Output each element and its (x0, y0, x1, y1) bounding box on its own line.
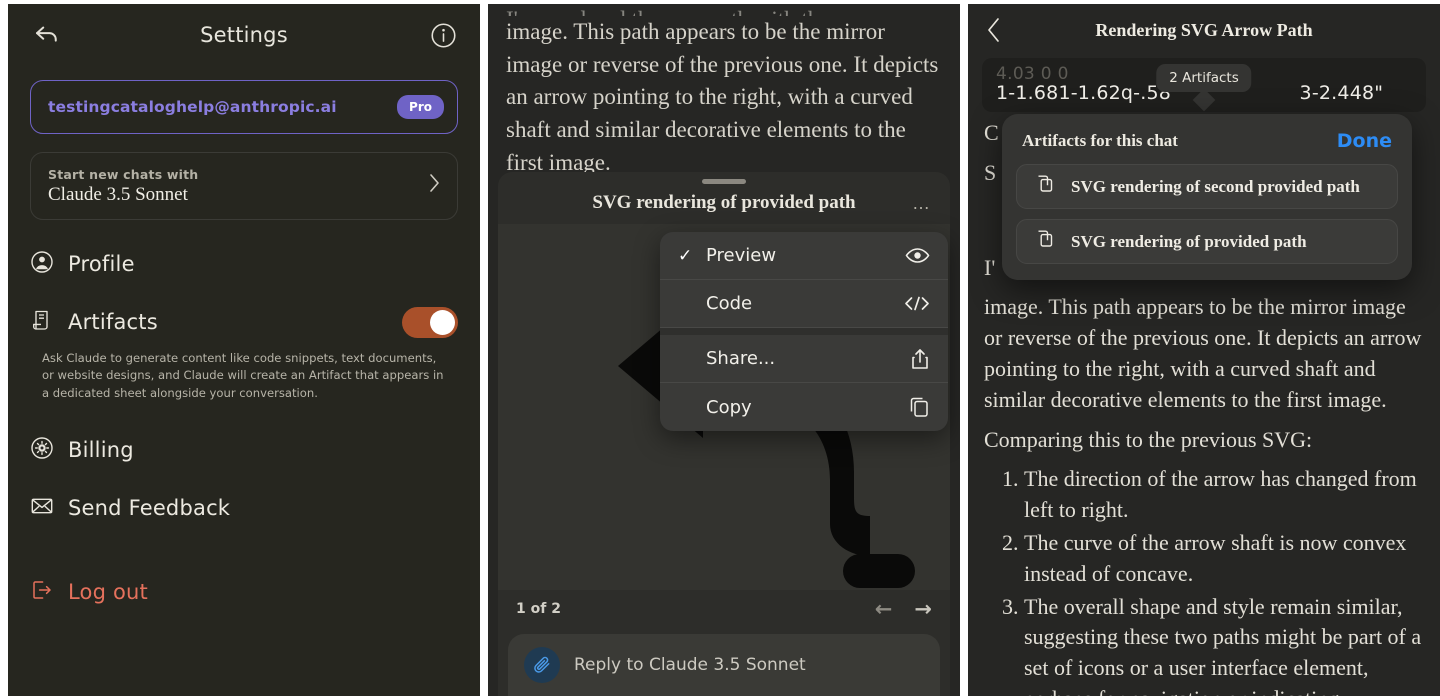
conversation-header: Rendering SVG Arrow Path (968, 4, 1440, 56)
back-arrow-icon[interactable] (30, 18, 64, 52)
list-item: The overall shape and style remain simil… (1024, 592, 1424, 696)
copy-pages-icon (909, 396, 930, 418)
context-menu-label: Copy (706, 396, 752, 418)
chevron-left-icon[interactable] (986, 16, 1012, 44)
plan-badge: Pro (397, 95, 444, 119)
context-menu-item-share[interactable]: Share... (660, 335, 948, 383)
screenshot-stage: Settings testingcataloghelp@anthropic.ai… (0, 0, 1440, 700)
conversation-title: Rendering SVG Arrow Path (1095, 19, 1313, 40)
sidebar-item-label: Billing (68, 438, 134, 463)
sidebar-item-profile[interactable]: Profile (8, 242, 480, 286)
account-email-card[interactable]: testingcataloghelp@anthropic.ai Pro (30, 80, 458, 134)
code-line-left: 1-1.681-1.62q-.58 (996, 82, 1172, 104)
sidebar-item-billing[interactable]: Billing (8, 428, 480, 472)
artifact-stack-icon (1033, 227, 1057, 256)
artifact-list-item-label: SVG rendering of provided path (1071, 231, 1307, 251)
artifacts-description: Ask Claude to generate content like code… (42, 351, 444, 400)
context-menu-label: Share... (706, 348, 776, 369)
default-model-card[interactable]: Start new chats with Claude 3.5 Sonnet (30, 152, 458, 220)
menu-separator (660, 328, 948, 335)
envelope-icon (30, 495, 54, 522)
pager-label: 1 of 2 (516, 601, 561, 617)
sidebar-item-label: Send Feedback (68, 496, 231, 521)
composer-bar[interactable]: Reply to Claude 3.5 Sonnet (508, 634, 940, 696)
artifacts-popup-title: Artifacts for this chat (1022, 131, 1178, 150)
artifact-list-item[interactable]: SVG rendering of provided path (1016, 219, 1398, 264)
artifacts-count-tooltip[interactable]: 2 Artifacts (1156, 64, 1252, 92)
artifact-stack-icon (1033, 172, 1057, 201)
settings-menu-list: Profile Artifacts Ask Claude to generate… (8, 242, 480, 614)
sidebar-item-send-feedback[interactable]: Send Feedback (8, 486, 480, 530)
scroll-document-icon (30, 308, 54, 337)
model-card-caption: Start new chats with (48, 166, 199, 182)
chat-artifact-panel: I've rendered the new path with the arro… (488, 4, 960, 696)
clipped-line: I've rendered the new path with the arro… (506, 4, 942, 16)
account-email: testingcataloghelp@anthropic.ai (48, 98, 337, 116)
logout-button[interactable]: Log out (8, 570, 480, 614)
arrow-left-icon[interactable]: ← (875, 597, 893, 621)
comparison-list: The direction of the arrow has changed f… (1024, 464, 1424, 696)
artifact-title: SVG rendering of provided path (592, 192, 856, 213)
context-menu-label: Preview (706, 245, 777, 266)
artifacts-list-panel: Rendering SVG Arrow Path 4.03 0 0 1-1.68… (968, 4, 1440, 696)
reply-input-placeholder[interactable]: Reply to Claude 3.5 Sonnet (574, 655, 806, 675)
arrow-right-icon[interactable]: → (914, 597, 932, 621)
message-compare-line: Comparing this to the previous SVG: (984, 426, 1313, 452)
artifact-list-item[interactable]: SVG rendering of second provided path (1016, 164, 1398, 209)
eye-icon (905, 247, 930, 264)
done-button[interactable]: Done (1337, 130, 1392, 152)
message-paragraph: image. This path appears to be the mirro… (984, 294, 1422, 412)
artifact-list-item-label: SVG rendering of second provided path (1071, 176, 1360, 196)
artifacts-popup-header: Artifacts for this chat Done (1022, 130, 1392, 152)
ellipsis-icon[interactable]: … (912, 193, 932, 214)
sidebar-item-label: Artifacts (68, 310, 158, 334)
gear-circle-icon (30, 436, 54, 465)
share-up-icon (910, 348, 930, 370)
checkmark-icon: ✓ (678, 245, 693, 266)
context-menu-item-preview[interactable]: ✓ Preview (660, 232, 948, 280)
artifact-pager: 1 of 2 ← → (498, 590, 950, 628)
settings-header: Settings (8, 4, 480, 66)
settings-panel: Settings testingcataloghelp@anthropic.ai… (8, 4, 480, 696)
message-paragraph: image. This path appears to be the mirro… (506, 19, 939, 175)
pager-nav: ← → (875, 597, 932, 621)
toggle-knob (430, 309, 455, 335)
sidebar-item-artifacts[interactable]: Artifacts (8, 300, 480, 344)
logout-icon (30, 578, 54, 607)
chevron-right-icon (428, 172, 441, 200)
info-circle-icon[interactable] (428, 20, 458, 50)
page-title: Settings (200, 23, 288, 47)
list-item: The direction of the arrow has changed f… (1024, 464, 1424, 526)
sidebar-item-label: Profile (68, 252, 135, 276)
logout-label: Log out (68, 580, 148, 605)
artifact-context-menu: ✓ Preview Code Share... Copy (660, 232, 948, 431)
artifacts-popup: Artifacts for this chat Done SVG renderi… (1002, 114, 1412, 280)
model-card-labels: Start new chats with Claude 3.5 Sonnet (48, 167, 198, 206)
paperclip-icon[interactable] (524, 647, 560, 683)
model-card-value: Claude 3.5 Sonnet (48, 183, 188, 205)
person-circle-icon (30, 250, 54, 279)
context-menu-item-code[interactable]: Code (660, 280, 948, 328)
artifacts-toggle[interactable] (402, 306, 458, 338)
code-line-right: 3-2.448" (1299, 82, 1384, 104)
list-item: The curve of the arrow shaft is now conv… (1024, 528, 1424, 590)
context-menu-item-copy[interactable]: Copy (660, 383, 948, 431)
artifact-header: SVG rendering of provided path … (498, 186, 950, 220)
context-menu-label: Code (706, 293, 753, 314)
code-brackets-icon (904, 295, 930, 312)
sheet-grabber-handle[interactable] (702, 179, 746, 184)
